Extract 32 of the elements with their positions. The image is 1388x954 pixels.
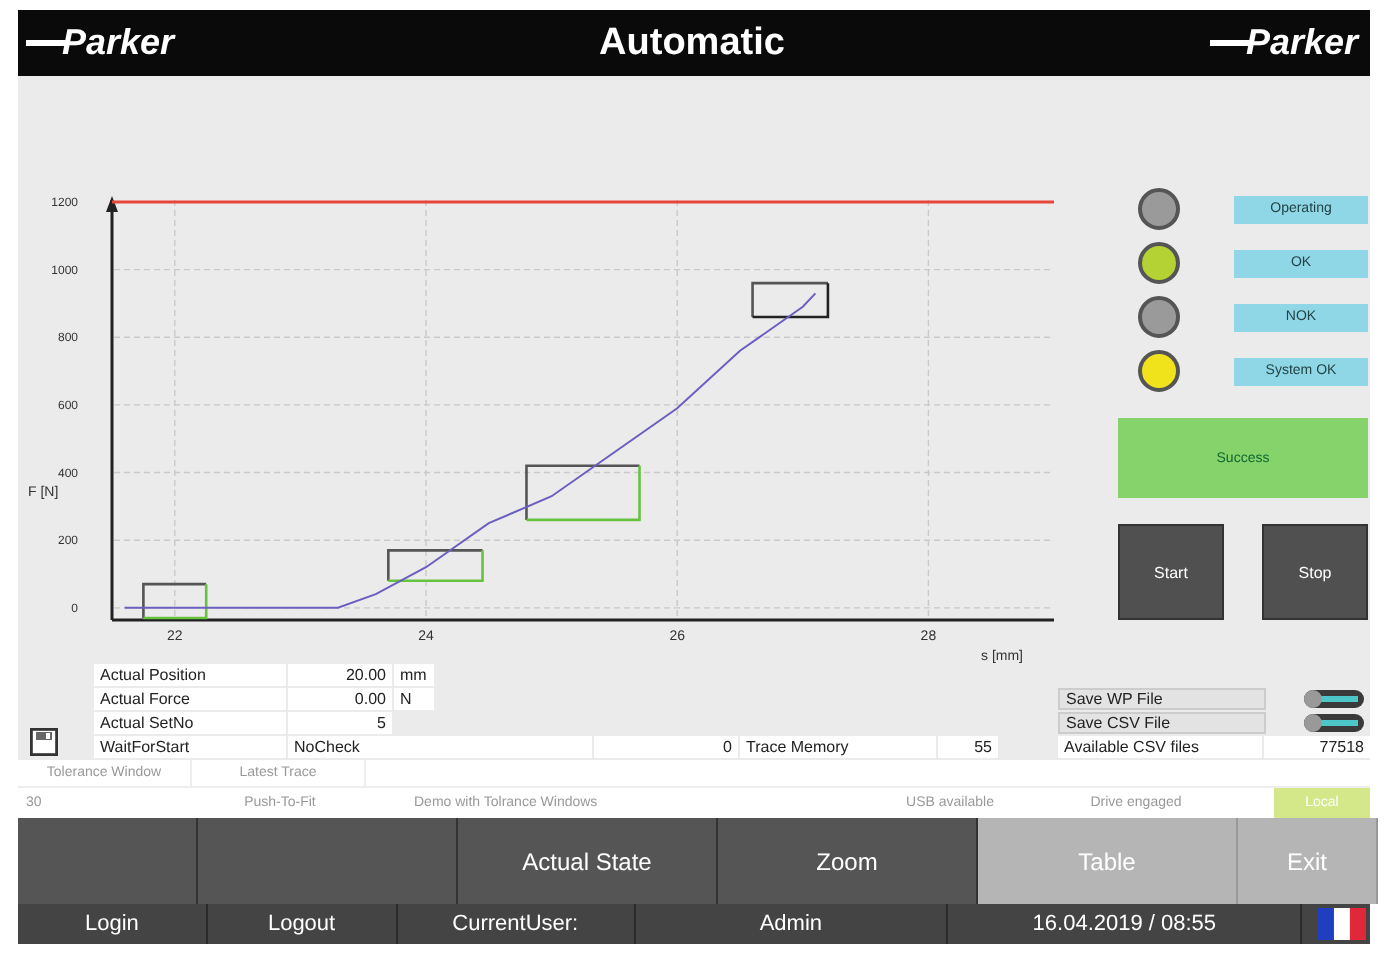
memory-label: Trace Memory [740, 736, 936, 758]
reading-label: Actual Force [94, 688, 286, 710]
parker-logo: Parker [26, 22, 175, 64]
reading-unit: N [394, 688, 434, 710]
toggle-label: Save CSV File [1058, 712, 1266, 734]
toggle-switch[interactable] [1304, 690, 1364, 708]
reading-value: 0.00 [288, 688, 392, 710]
count-cell: 0 [594, 736, 738, 758]
files-label: Available CSV files [1058, 736, 1262, 758]
date-time: 16.04.2019 / 08:55 [948, 904, 1303, 944]
screen-title: Automatic [599, 21, 785, 65]
state-cell: WaitForStart [94, 736, 286, 758]
flag-icon[interactable] [1314, 908, 1370, 940]
save-icon[interactable] [30, 728, 58, 756]
check-cell: NoCheck [288, 736, 592, 758]
reading-value: 5 [288, 712, 392, 734]
reading-label: Actual SetNo [94, 712, 286, 734]
start-button[interactable]: Start [1118, 524, 1224, 620]
parker-logo: Parker [1209, 22, 1358, 64]
files-count: 77518 [1264, 736, 1370, 758]
reading-unit: mm [394, 664, 434, 686]
user-label: CurrentUser: [397, 904, 636, 944]
toggle-label: Save WP File [1058, 688, 1266, 710]
axis-arrow-icon [106, 196, 118, 212]
reading-value: 20.00 [288, 664, 392, 686]
reading-label: Actual Position [94, 664, 286, 686]
toggle-switch[interactable] [1304, 714, 1364, 732]
login-button[interactable]: Login [18, 904, 208, 944]
memory-value: 55 [938, 736, 998, 758]
stop-button[interactable]: Stop [1262, 524, 1368, 620]
user-name: Admin [635, 904, 949, 944]
logout-button[interactable]: Logout [207, 904, 398, 944]
